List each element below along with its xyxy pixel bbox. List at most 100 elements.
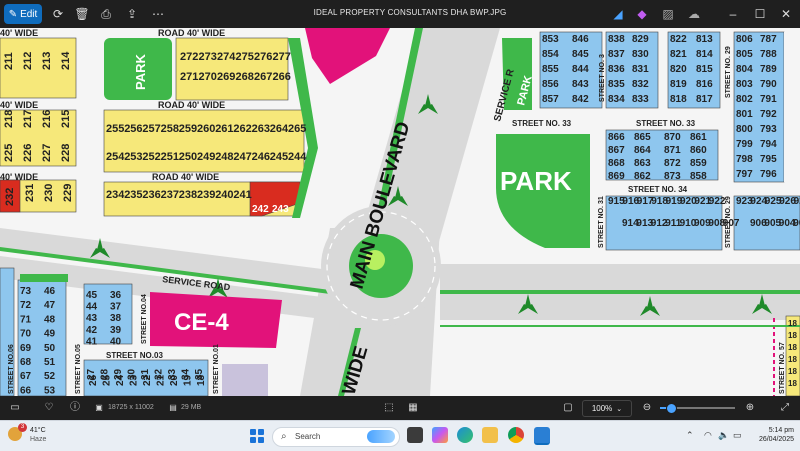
- window-title: IDEAL PROPERTY CONSULTANTS DHA BWP.JPG: [313, 8, 507, 17]
- favorite-icon[interactable]: ♡: [42, 400, 56, 416]
- zoom-out-icon[interactable]: ⊖: [640, 400, 654, 416]
- plot-number: 790: [760, 79, 777, 90]
- onedrive-icon[interactable]: ☁: [686, 6, 702, 22]
- text-select-icon[interactable]: ▦: [406, 400, 420, 416]
- file-explorer-icon[interactable]: [482, 427, 498, 443]
- title-bar: ✎ Edit ⟳ 🗑 ⎙ ⇪ ⋯ IDEAL PROPERTY CONSULTA…: [0, 0, 800, 28]
- plot-number: 255: [106, 123, 124, 135]
- plot-number: 232: [4, 188, 16, 206]
- zoom-slider[interactable]: [660, 403, 735, 414]
- edit-button[interactable]: ✎ Edit: [4, 4, 42, 24]
- plot-number: 225: [3, 144, 15, 162]
- street-label: STREET NO.03: [106, 351, 163, 360]
- plot-number: 51: [44, 357, 56, 368]
- plot-number: 789: [760, 64, 777, 75]
- zoom-dropdown[interactable]: 100% ⌄: [582, 400, 632, 417]
- status-bar: ▭ ♡ ⓘ ▣ 18725 x 11002 ▤ 29 MB ⬚ ▦ ▢ 100%…: [0, 396, 800, 420]
- plot-number: 927: [794, 196, 800, 207]
- chevron-up-icon[interactable]: ⌃: [686, 430, 694, 441]
- plot-number: 69: [20, 343, 32, 354]
- maximize-icon[interactable]: ☐: [752, 6, 768, 22]
- plot-number: 247: [233, 151, 251, 163]
- plot-number: 216: [41, 110, 53, 128]
- plot-number: 50: [44, 343, 56, 354]
- plot-number: 274: [217, 51, 236, 63]
- plot-number: 276: [254, 51, 272, 63]
- delete-icon[interactable]: 🗑: [74, 6, 90, 22]
- rotate-icon[interactable]: ⟳: [50, 6, 66, 22]
- close-icon[interactable]: ✕: [778, 6, 794, 22]
- plot-number: 46: [44, 286, 56, 297]
- photo-app-icon[interactable]: ▨: [660, 6, 676, 22]
- road-label: ROAD 40' WIDE: [152, 172, 219, 182]
- plot-number: 258: [161, 123, 179, 135]
- plot-number: 235: [124, 189, 142, 201]
- clipchamp-icon[interactable]: ◆: [634, 6, 650, 22]
- park-label: PARK: [133, 54, 148, 90]
- plot-number: 45: [86, 290, 98, 301]
- clock[interactable]: 5:14 pm 26/04/2025: [748, 426, 794, 444]
- crop-select-icon[interactable]: ⬚: [382, 400, 396, 416]
- plot-number: 803: [736, 79, 753, 90]
- plot-number: 822: [670, 34, 687, 45]
- road-label: ROAD 40' WIDE: [158, 28, 225, 38]
- plot-number: 227: [41, 144, 53, 162]
- taskbar: 3 41°C Haze ⌕ Search ⌃ ◠ 🔈 ▭ 5:14 pm 26/…: [0, 420, 800, 451]
- plot-number: 29: [113, 368, 124, 380]
- plot-number: 242: [252, 204, 269, 215]
- plot-number: 791: [760, 94, 777, 105]
- fit-window-icon[interactable]: ▢: [561, 400, 575, 416]
- plot-number: 241: [233, 189, 251, 201]
- plot-number: 860: [690, 145, 707, 156]
- speaker-icon[interactable]: 🔈: [718, 430, 729, 441]
- filmstrip-icon[interactable]: ▭: [8, 400, 22, 416]
- taskbar-search[interactable]: ⌕ Search: [272, 427, 400, 447]
- plot-number: 41: [86, 336, 98, 347]
- chrome-icon[interactable]: [508, 427, 524, 443]
- plot-number: 800: [736, 124, 753, 135]
- plot-number: 270: [199, 71, 217, 83]
- filesize-icon: ▤: [169, 403, 177, 412]
- task-view-icon[interactable]: [407, 427, 423, 443]
- info-icon[interactable]: ⓘ: [68, 400, 82, 416]
- plot-number: 263: [252, 123, 270, 135]
- print-icon[interactable]: ⎙: [98, 6, 114, 22]
- plot-number: 38: [110, 313, 122, 324]
- plot-number: 239: [197, 189, 215, 201]
- road-label: 40' WIDE: [0, 100, 38, 110]
- plot-number: 72: [20, 300, 32, 311]
- weather-widget[interactable]: 41°C Haze: [30, 426, 46, 444]
- plot-number: 238: [179, 189, 197, 201]
- plot-number: 226: [22, 144, 34, 162]
- plot-number: 793: [760, 124, 777, 135]
- plot-number: 816: [696, 79, 713, 90]
- street-label: STREET NO.05: [75, 344, 82, 394]
- plot-number: 830: [632, 49, 649, 60]
- zoom-in-icon[interactable]: ⊕: [743, 400, 757, 416]
- plot-number: 814: [696, 49, 713, 60]
- plot-number: 257: [142, 123, 160, 135]
- designer-icon[interactable]: ◢: [610, 6, 626, 22]
- edge-icon[interactable]: [457, 427, 473, 443]
- battery-icon[interactable]: ▭: [733, 430, 742, 441]
- plot-number: 798: [736, 154, 753, 165]
- plot-number: 229: [62, 184, 74, 202]
- plot-number: 18: [788, 319, 797, 328]
- plot-number: 922: [709, 196, 726, 207]
- plot-number: 818: [670, 94, 687, 105]
- share-icon[interactable]: ⇪: [124, 6, 140, 22]
- image-viewport[interactable]: ROAD 40' WIDE 40' WIDE ROAD 40' WIDE 40'…: [0, 28, 800, 396]
- zoom-slider-knob[interactable]: [666, 403, 678, 414]
- start-button[interactable]: [250, 429, 264, 443]
- minimize-icon[interactable]: –: [725, 6, 741, 22]
- wifi-icon[interactable]: ◠: [704, 430, 712, 441]
- copilot-icon[interactable]: [432, 427, 448, 443]
- more-icon[interactable]: ⋯: [150, 6, 166, 22]
- plot-number: 35: [194, 368, 205, 380]
- photos-app-icon[interactable]: [534, 427, 550, 445]
- fullscreen-icon[interactable]: ⤢: [778, 400, 792, 416]
- road-label: 40' WIDE: [0, 172, 38, 182]
- time: 5:14 pm: [768, 427, 794, 434]
- plot-number: 52: [44, 371, 56, 382]
- plot-number: 214: [60, 51, 72, 70]
